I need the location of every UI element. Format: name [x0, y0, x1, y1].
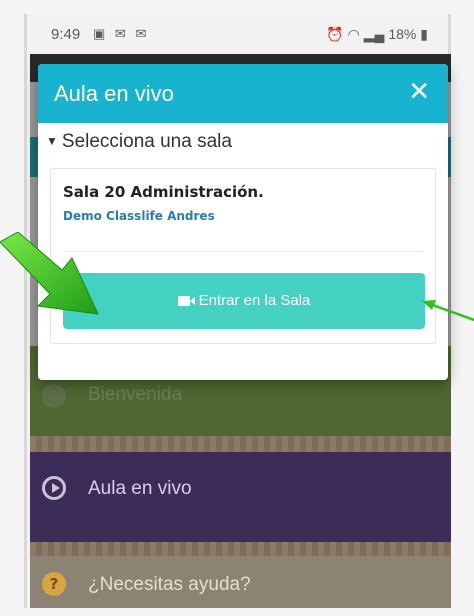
modal-header: Aula en vivo ✕ [38, 64, 448, 123]
page-frame: 9:49 ▣ ✉ ✉ ⏰ ◠ ▂▄ 18% ▮ Bienvenida Aula … [0, 0, 474, 616]
menu-label-ayuda: ¿Necesitas ayuda? [88, 574, 251, 595]
status-right: ⏰ ◠ ▂▄ 18% ▮ [326, 26, 428, 43]
green-arrow-left [0, 232, 99, 315]
question-icon: ? [42, 572, 66, 596]
modal-title: Aula en vivo [54, 81, 174, 106]
image-icon: ▣ [93, 26, 109, 41]
divider [63, 251, 423, 252]
green-arrow-right [422, 300, 474, 322]
alarm-icon: ⏰ [326, 26, 344, 42]
select-room-label: Selecciona una sala [61, 131, 232, 152]
video-camera-icon [177, 296, 195, 306]
menu-label-aula-en-vivo: Aula en vivo [88, 478, 192, 499]
play-circle-icon [42, 476, 66, 500]
signal-icon: ▂▄ [363, 26, 385, 42]
select-room-toggle[interactable]: ▼ Selecciona una sala [46, 131, 232, 153]
wifi-icon: ◠ [347, 26, 360, 42]
mail-icon: ✉ [135, 26, 150, 41]
notification-icons: ▣ ✉ ✉ [93, 26, 149, 42]
room-name: Sala 20 Administración. [63, 183, 264, 201]
battery-icon: ▮ [420, 26, 428, 42]
aula-en-vivo-modal: Aula en vivo ✕ ▼ Selecciona una sala Sala… [38, 64, 448, 380]
menu-label-bienvenida: Bienvenida [88, 384, 183, 405]
caret-down-icon: ▼ [46, 134, 58, 148]
close-icon[interactable]: ✕ [408, 78, 430, 106]
info-icon [42, 384, 66, 408]
enter-room-label: Entrar en la Sala [198, 292, 311, 309]
mail-icon: ✉ [114, 26, 129, 41]
status-time: 9:49 [51, 26, 81, 43]
battery-level: 18% [388, 26, 417, 42]
room-subtitle[interactable]: Demo Classlife Andres [63, 209, 215, 223]
enter-room-button[interactable]: Entrar en la Sala [63, 273, 425, 329]
wood-divider [30, 436, 451, 452]
status-bar: 9:49 ▣ ✉ ✉ ⏰ ◠ ▂▄ 18% ▮ [27, 14, 448, 54]
